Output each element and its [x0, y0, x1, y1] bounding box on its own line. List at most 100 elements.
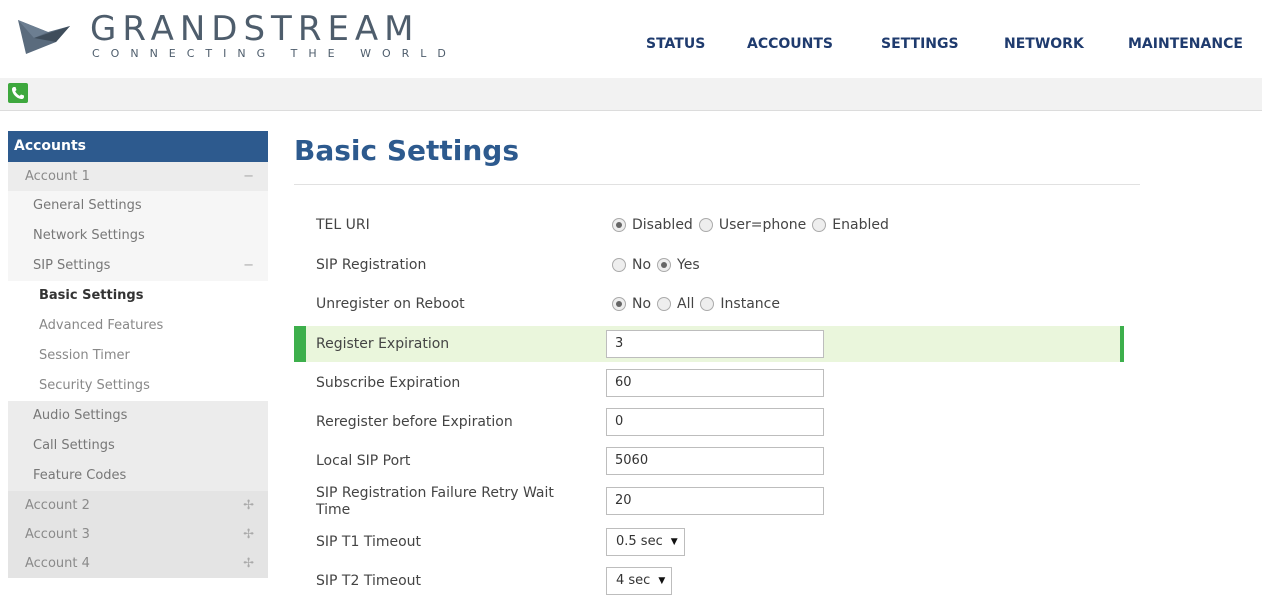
setting-label: Unregister on Reboot — [316, 296, 465, 312]
radio-label: No — [632, 257, 652, 273]
setting-label: SIP T1 Timeout — [316, 534, 422, 550]
header: GRANDSTREAM CONNECTING THE WORLD STATUS … — [0, 0, 1262, 78]
nav-settings[interactable]: SETTINGS — [881, 36, 959, 52]
setting-label: Register Expiration — [316, 336, 450, 352]
setting-row-subscribe-expiration: Subscribe Expiration 60 — [294, 365, 1124, 401]
nav-status[interactable]: STATUS — [646, 36, 705, 52]
tel-uri-radio-group: Disabled User=phone Enabled — [606, 207, 889, 243]
radio-label: All — [677, 296, 695, 312]
page-title: Basic Settings — [294, 134, 520, 167]
sidebar-item-label: Advanced Features — [39, 318, 164, 333]
sidebar-item-network-settings[interactable]: Network Settings — [8, 221, 268, 251]
nav-maintenance[interactable]: MAINTENANCE — [1128, 36, 1243, 52]
main-content: Basic Settings TEL URI Disabled User=pho… — [294, 131, 1140, 595]
setting-label: Subscribe Expiration — [316, 375, 461, 391]
sidebar-item-feature-codes[interactable]: Feature Codes — [8, 461, 268, 491]
register-expiration-control: 3 — [606, 326, 824, 362]
dropdown-arrow-icon: ▼ — [670, 537, 678, 547]
radio-disabled[interactable] — [612, 218, 626, 232]
setting-label: Local SIP Port — [316, 453, 411, 469]
top-navigation: STATUS ACCOUNTS SETTINGS NETWORK MAINTEN… — [600, 36, 1262, 56]
setting-label: SIP T2 Timeout — [316, 573, 422, 589]
sip-registration-radio-group: No Yes — [606, 247, 700, 283]
expand-icon[interactable]: ✢ — [243, 520, 254, 549]
grandstream-logo[interactable]: GRANDSTREAM CONNECTING THE WORLD — [14, 10, 454, 60]
nav-network[interactable]: NETWORK — [1004, 36, 1084, 52]
sidebar-item-label: Account 3 — [25, 527, 90, 542]
setting-label: SIP Registration Failure Retry Wait Time — [316, 485, 554, 518]
local-sip-port-input[interactable]: 5060 — [606, 447, 824, 475]
sip-t2-timeout-control: 4 sec ▼ — [606, 563, 673, 599]
select-value: 4 sec — [616, 573, 651, 588]
retry-wait-time-control: 20 — [606, 483, 824, 519]
retry-wait-time-input[interactable]: 20 — [606, 487, 824, 515]
radio-instance[interactable] — [700, 297, 715, 311]
sidebar-item-security-settings[interactable]: Security Settings — [8, 371, 268, 401]
sidebar-item-label: SIP Settings — [33, 258, 111, 273]
radio-no[interactable] — [612, 297, 626, 311]
setting-row-unregister-on-reboot: Unregister on Reboot No All Instance — [294, 286, 1124, 322]
setting-row-reregister-before-expiration: Reregister before Expiration 0 — [294, 404, 1124, 440]
nav-accounts[interactable]: ACCOUNTS — [747, 36, 833, 52]
setting-row-sip-t1-timeout: SIP T1 Timeout 0.5 sec ▼ — [294, 524, 1124, 560]
sip-t1-timeout-control: 0.5 sec ▼ — [606, 524, 685, 560]
sidebar-item-sip-settings[interactable]: SIP Settings − — [8, 251, 268, 281]
register-expiration-input[interactable]: 3 — [606, 330, 824, 358]
setting-row-retry-wait-time: SIP Registration Failure Retry Wait Time… — [294, 483, 1124, 519]
setting-row-sip-t2-timeout: SIP T2 Timeout 4 sec ▼ — [294, 563, 1124, 599]
reregister-input[interactable]: 0 — [606, 408, 824, 436]
radio-label: No — [632, 296, 652, 312]
sidebar-item-label: Feature Codes — [33, 468, 127, 483]
sidebar-item-label: Account 1 — [25, 169, 90, 184]
sidebar-item-label: Audio Settings — [33, 408, 128, 423]
sidebar-item-basic-settings[interactable]: Basic Settings — [8, 281, 268, 311]
radio-enabled[interactable] — [812, 218, 827, 232]
phone-icon[interactable] — [8, 83, 28, 103]
setting-row-tel-uri: TEL URI Disabled User=phone Enabled — [294, 207, 1124, 243]
sidebar-item-label: Session Timer — [39, 348, 130, 363]
sidebar-item-account-4[interactable]: Account 4 ✢ — [8, 549, 268, 578]
sidebar-item-audio-settings[interactable]: Audio Settings — [8, 401, 268, 431]
sidebar: Accounts Account 1 − General Settings Ne… — [8, 131, 268, 578]
divider — [294, 184, 1140, 185]
sidebar-item-label: Account 2 — [25, 498, 90, 513]
expand-icon[interactable]: ✢ — [243, 549, 254, 578]
reregister-control: 0 — [606, 404, 824, 440]
subscribe-expiration-input[interactable]: 60 — [606, 369, 824, 397]
radio-user-phone[interactable] — [698, 218, 713, 232]
sidebar-item-call-settings[interactable]: Call Settings — [8, 431, 268, 461]
sidebar-item-account-1[interactable]: Account 1 − — [8, 162, 268, 191]
radio-label: Yes — [677, 257, 700, 273]
sidebar-item-advanced-features[interactable]: Advanced Features — [8, 311, 268, 341]
sidebar-item-label: General Settings — [33, 198, 142, 213]
radio-all[interactable] — [657, 297, 672, 311]
radio-no[interactable] — [612, 258, 626, 272]
radio-yes[interactable] — [657, 258, 672, 272]
local-sip-port-control: 5060 — [606, 443, 824, 479]
setting-row-sip-registration: SIP Registration No Yes — [294, 247, 1124, 283]
setting-label: SIP Registration — [316, 257, 427, 273]
sip-t1-timeout-select[interactable]: 0.5 sec ▼ — [606, 528, 685, 556]
sip-t2-timeout-select[interactable]: 4 sec ▼ — [606, 567, 673, 595]
setting-label: TEL URI — [316, 217, 370, 233]
sidebar-item-account-2[interactable]: Account 2 ✢ — [8, 491, 268, 520]
expand-icon[interactable]: ✢ — [243, 491, 254, 520]
radio-label: Disabled — [632, 217, 693, 233]
sidebar-item-label: Call Settings — [33, 438, 115, 453]
setting-row-local-sip-port: Local SIP Port 5060 — [294, 443, 1124, 479]
unregister-radio-group: No All Instance — [606, 286, 780, 322]
sidebar-item-label: Basic Settings — [39, 288, 144, 303]
radio-label: Enabled — [832, 217, 889, 233]
grandstream-logo-icon — [18, 20, 70, 54]
sidebar-header[interactable]: Accounts — [8, 131, 268, 162]
sidebar-item-account-3[interactable]: Account 3 ✢ — [8, 520, 268, 549]
toolbar — [0, 78, 1262, 111]
brand-tagline: CONNECTING THE WORLD — [92, 47, 457, 60]
brand-name: GRANDSTREAM — [90, 9, 420, 49]
dropdown-arrow-icon: ▼ — [658, 576, 666, 586]
select-value: 0.5 sec — [616, 534, 663, 549]
collapse-icon[interactable]: − — [243, 251, 254, 281]
sidebar-item-general-settings[interactable]: General Settings — [8, 191, 268, 221]
collapse-icon[interactable]: − — [243, 162, 254, 191]
sidebar-item-session-timer[interactable]: Session Timer — [8, 341, 268, 371]
